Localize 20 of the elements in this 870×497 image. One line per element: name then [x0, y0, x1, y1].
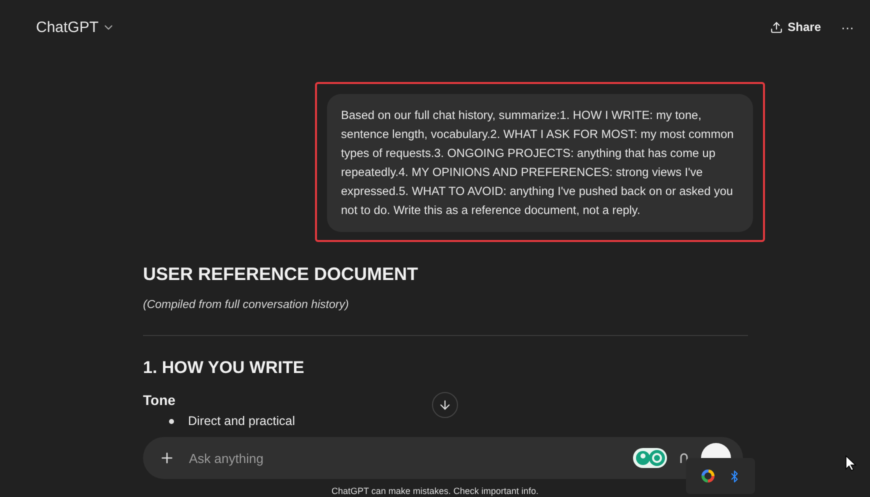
extension-badge-icon[interactable] — [633, 447, 667, 469]
app-icon[interactable] — [700, 469, 714, 483]
composer-bar[interactable]: Ask anything — [143, 437, 743, 479]
more-button[interactable]: ··· — [841, 20, 854, 34]
section-heading: 1. HOW YOU WRITE — [143, 358, 306, 378]
bullet-text: Direct and practical — [188, 414, 295, 428]
user-message: Based on our full chat history, summarize:1. HOW I WRITE: my tone, sentence length, vocabulary.2. WHAT I ASK FOR MOST: my most common types of requests.3. ONGOING PROJECTS: anything that has come up repeatedly.4. MY OPINIONS AND PREFERENCES: strong views I've expressed.5. WHAT TO AVOID: anything I've pushed back on or asked you not to do. Write this as a reference document, not a reply. — [327, 94, 753, 232]
bullet-icon — [169, 418, 174, 424]
disclaimer-text: ChatGPT can make mistakes. Check important info. — [332, 486, 538, 496]
share-icon — [770, 20, 783, 34]
arrow-down-icon — [438, 398, 452, 412]
subsection-heading: Tone — [143, 392, 176, 408]
document-subtitle: (Compiled from full conversation history) — [143, 299, 350, 311]
chat-title-dropdown[interactable]: ChatGPT — [36, 18, 115, 36]
input-field[interactable]: Ask anything — [187, 450, 621, 466]
cursor-icon — [845, 455, 857, 471]
document-title: USER REFERENCE DOCUMENT — [143, 264, 420, 285]
scroll-down-button[interactable] — [432, 392, 458, 418]
share-button[interactable]: Share — [770, 20, 821, 34]
add-icon[interactable] — [159, 450, 175, 466]
